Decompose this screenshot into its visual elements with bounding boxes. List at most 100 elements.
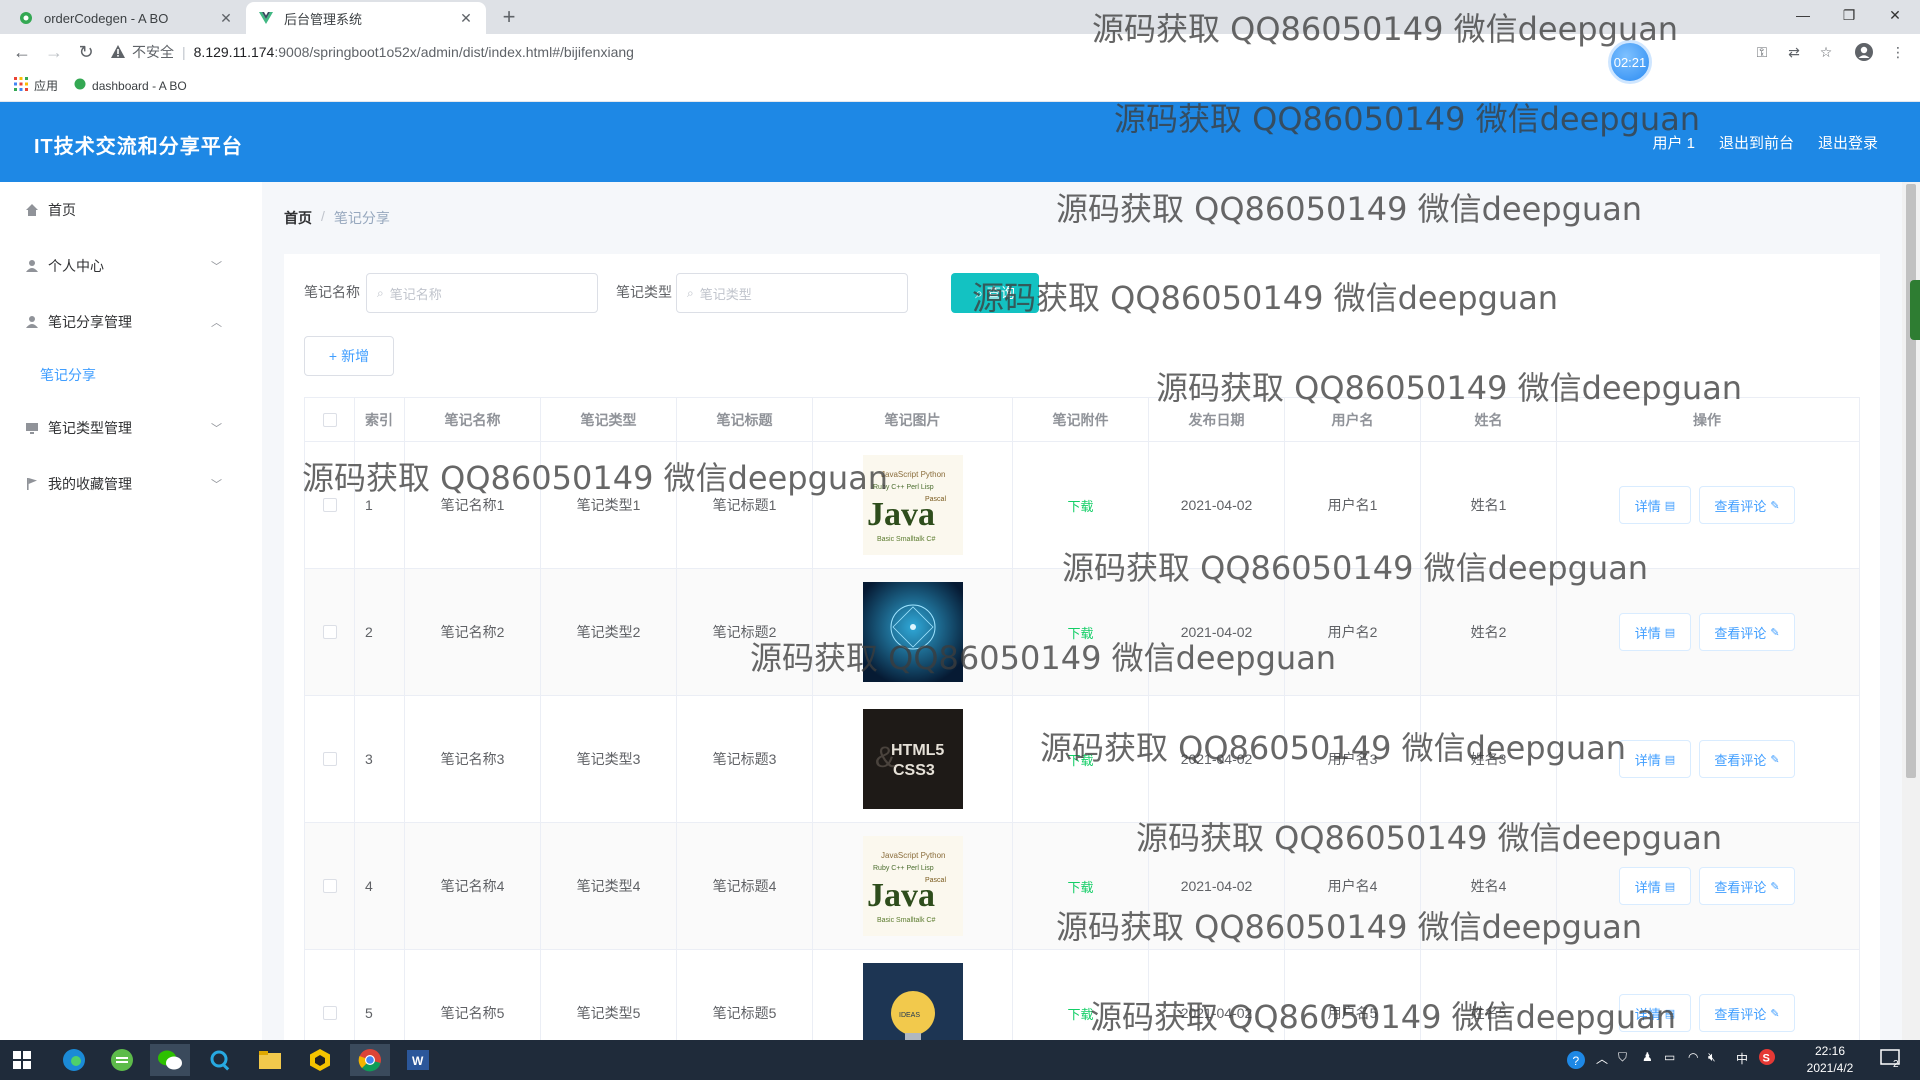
header-note-name: 笔记名称 [405,398,541,441]
detail-button[interactable]: 详情 ▤ [1619,867,1691,905]
note-name-input[interactable]: ⌕ 笔记名称 [366,273,598,313]
watermark: 源码获取 QQ86050149 微信deepguan [1062,549,1649,587]
cell-note-type: 笔记类型2 [541,569,677,695]
edit-icon: ✎ [1770,880,1780,893]
tab-close-icon[interactable]: ✕ [218,10,234,27]
shield-icon[interactable]: ⛉ [1618,1050,1627,1065]
wifi-icon[interactable]: ◠ [1688,1050,1698,1064]
sidebar-item-note-share-manage[interactable]: 笔记分享管理 ︿ [0,294,262,350]
sogou-input-icon[interactable]: S [1758,1048,1776,1069]
forward-icon[interactable]: → [42,40,66,64]
taskbar-clock[interactable]: 22:16 2021/4/2 [1790,1043,1870,1077]
detail-button[interactable]: 详情 ▤ [1619,740,1691,778]
view-comments-label: 查看评论 [1714,498,1767,514]
search-app-icon[interactable] [200,1044,240,1076]
view-comments-button[interactable]: 查看评论 ✎ [1699,867,1795,905]
svg-text:S: S [1763,1053,1770,1065]
monitor-icon [24,420,40,436]
document-icon: ▤ [1664,626,1676,639]
sidebar-item-favorites-manage[interactable]: 我的收藏管理 ﹀ [0,456,262,512]
bookmark-apps[interactable]: 应用 [14,77,58,94]
edge-browser-icon[interactable] [54,1044,94,1076]
select-all-checkbox[interactable] [322,412,337,427]
minimize-icon[interactable]: — [1780,0,1826,30]
battery-icon[interactable]: ▭ [1664,1050,1675,1064]
detail-button[interactable]: 详情 ▤ [1619,486,1691,524]
chevron-up-icon[interactable]: ︿ [1596,1050,1608,1067]
sidebar-item-label: 个人中心 [48,258,104,274]
cell-index: 5 [355,950,405,1040]
view-comments-button[interactable]: 查看评论 ✎ [1699,486,1795,524]
edit-icon: ✎ [1770,626,1780,639]
view-comments-button[interactable]: 查看评论 ✎ [1699,613,1795,651]
scrollbar-thumb[interactable] [1906,184,1916,778]
profile-icon[interactable] [1854,42,1874,62]
word-icon[interactable]: W [398,1044,438,1076]
download-link[interactable]: 下载 [1067,877,1093,896]
row-checkbox[interactable] [322,752,337,766]
key-icon[interactable]: ⚿ [1752,42,1772,62]
breadcrumb-home[interactable]: 首页 [284,208,312,228]
back-icon[interactable]: ← [10,40,34,64]
chrome-favicon-icon [18,10,34,26]
notification-center-icon[interactable]: 2 [1880,1048,1902,1071]
note-type-input[interactable]: ⌕ 笔记类型 [676,273,908,313]
volume-muted-icon[interactable]: 🔇︎ [1708,1050,1716,1065]
bookmark-dashboard[interactable]: dashboard - A BO [74,78,187,93]
wechat-icon[interactable] [150,1044,190,1076]
row-select-cell [305,950,355,1040]
file-explorer-icon[interactable] [250,1044,290,1076]
header-note-type: 笔记类型 [541,398,677,441]
restore-icon[interactable]: ❐ [1826,0,1872,30]
chevron-down-icon: ﹀ [211,423,222,435]
row-checkbox[interactable] [322,879,337,893]
person-icon[interactable]: ♟ [1642,1050,1653,1064]
html5-css3-thumbnail-image: HTML5 CSS3& [862,709,963,809]
new-tab-button[interactable]: + [496,4,522,30]
cell-index: 3 [355,696,405,822]
app-green-icon[interactable] [102,1044,142,1076]
view-comments-button[interactable]: 查看评论 ✎ [1699,994,1795,1032]
row-checkbox[interactable] [322,1006,337,1020]
download-link[interactable]: 下载 [1067,496,1093,515]
ime-indicator[interactable]: 中 [1736,1050,1748,1067]
row-checkbox[interactable] [322,625,337,639]
chrome-browser-icon[interactable] [350,1044,390,1076]
help-icon[interactable]: ? [1566,1050,1586,1073]
sidebar-item-label: 笔记类型管理 [48,420,132,436]
bookmark-label: dashboard - A BO [92,78,187,93]
sidebar-item-personal-center[interactable]: 个人中心 ﹀ [0,238,262,294]
breadcrumb-current: 笔记分享 [333,210,390,226]
view-comments-button[interactable]: 查看评论 ✎ [1699,740,1795,778]
cell-note-name: 笔记名称4 [405,823,541,949]
logout-link[interactable]: 退出登录 [1818,132,1878,153]
row-checkbox[interactable] [322,498,337,512]
cell-note-name: 笔记名称2 [405,569,541,695]
svg-text:Ruby C++ Perl Lisp: Ruby C++ Perl Lisp [873,865,934,872]
sidebar-item-home[interactable]: 首页 [0,182,262,238]
dashboard-favicon-icon [74,78,86,93]
reload-icon[interactable]: ↻ [74,40,98,64]
translate-icon[interactable]: ⇄ [1784,42,1804,62]
windows-start-icon[interactable] [2,1044,42,1076]
menu-kebab-icon[interactable]: ⋮ [1888,42,1908,62]
header-note-title: 笔记标题 [677,398,813,441]
select-all-cell [305,398,355,441]
browser-tab-ordercodegen[interactable]: orderCodegen - A BO ✕ [6,2,246,34]
browser-tab-admin[interactable]: 后台管理系统 ✕ [246,2,486,34]
watermark: 源码获取 QQ86050149 微信deepguan [1056,908,1643,946]
detail-button[interactable]: 详情 ▤ [1619,613,1691,651]
star-icon[interactable]: ☆ [1816,42,1836,62]
cell-note-title: 笔记标题3 [677,696,813,822]
sidebar-subitem-note-share[interactable]: 笔记分享 [0,350,262,400]
detail-button-label: 详情 [1634,752,1661,768]
side-extension-tab[interactable] [1910,280,1920,340]
url-path: :9008/springboot1o52x/admin/dist/index.h… [274,44,634,60]
tab-close-icon[interactable]: ✕ [458,10,474,27]
back-to-front-link[interactable]: 退出到前台 [1719,132,1794,153]
sidebar-item-note-type-manage[interactable]: 笔记类型管理 ﹀ [0,400,262,456]
notification-count: 2 [1893,1059,1899,1068]
add-button[interactable]: + 新增 [304,336,394,376]
window-close-icon[interactable]: ✕ [1872,0,1918,30]
app-yellow-hex-icon[interactable] [300,1044,340,1076]
